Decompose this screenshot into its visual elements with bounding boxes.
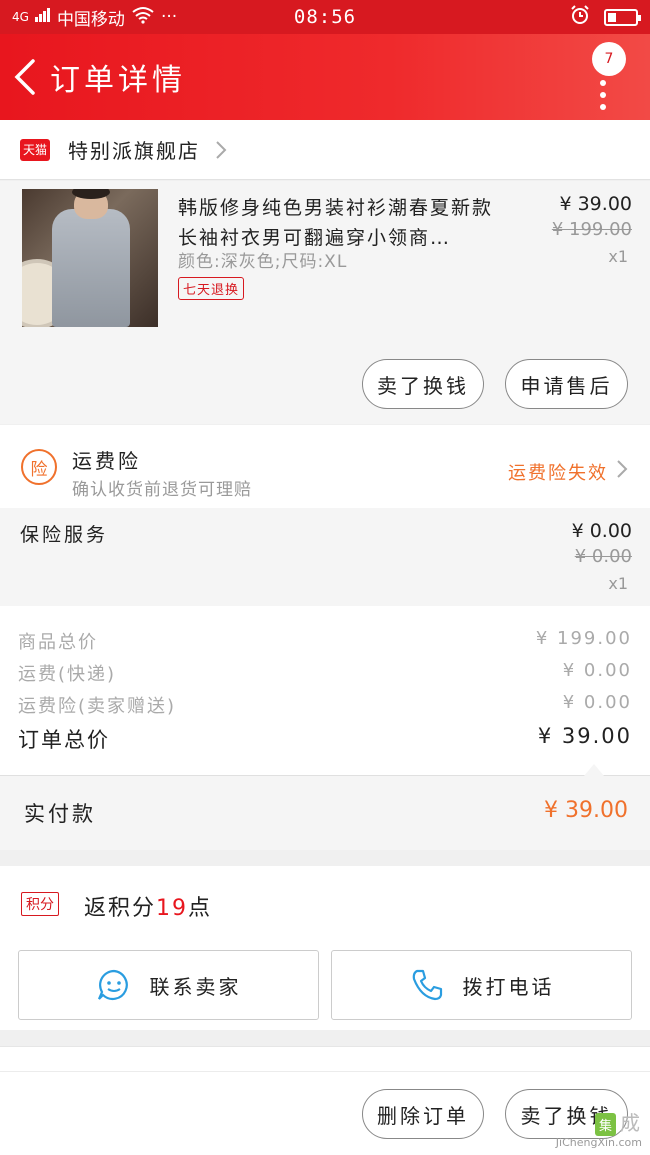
service-price: ¥ 0.00 <box>571 520 632 542</box>
shipping-insurance-row[interactable]: 险 运费险 确认收货前退货可理赔 运费险失效 <box>0 425 650 508</box>
clock-time: 08:56 <box>293 6 357 28</box>
resell-button[interactable]: 卖了换钱 <box>362 359 484 409</box>
alarm-icon <box>570 4 590 30</box>
insurance-icon: 险 <box>21 449 57 485</box>
bottom-action-bar: 删除订单 卖了换钱 集成 JiChengXin.com <box>0 1046 650 1155</box>
shop-row[interactable]: 天猫 特别派旗舰店 <box>0 120 650 180</box>
summary-value: ¥ 0.00 <box>562 692 632 713</box>
call-phone-label: 拨打电话 <box>462 974 555 999</box>
chevron-right-icon <box>617 460 628 478</box>
points-section: 积分 返积分19点 联系卖家 拨打电话 <box>0 866 650 1030</box>
amount-paid-row: 实付款 ¥ 39.00 <box>0 764 650 850</box>
watermark-logo: 集 <box>594 1113 616 1136</box>
contact-seller-button[interactable]: 联系卖家 <box>18 950 319 1020</box>
message-count-badge: 7 <box>592 42 626 76</box>
site-watermark: 集成 JiChengXin.com <box>555 1111 642 1149</box>
summary-row-shipping: 运费(快递) ¥ 0.00 <box>18 660 632 686</box>
order-total-value: ¥ 39.00 <box>537 724 632 748</box>
points-text: 返积分19点 <box>84 896 213 921</box>
summary-row-goods: 商品总价 ¥ 199.00 <box>18 628 632 654</box>
wifi-icon <box>131 6 155 29</box>
return-policy-tag: 七天退换 <box>178 277 245 300</box>
summary-label: 运费(快递) <box>18 664 117 685</box>
more-menu-button[interactable]: 7 <box>586 42 626 122</box>
insurance-subtitle: 确认收货前退货可理赔 <box>72 480 252 500</box>
amount-paid-label: 实付款 <box>24 802 96 826</box>
product-thumbnail[interactable] <box>22 189 158 327</box>
battery-icon <box>604 8 641 26</box>
summary-row-total: 订单总价 ¥ 39.00 <box>18 724 632 754</box>
watermark-site: JiChengXin.com <box>555 1136 642 1149</box>
delete-order-button[interactable]: 删除订单 <box>362 1089 484 1139</box>
signal-icon: 4G <box>12 10 29 24</box>
chevron-left-icon <box>14 59 35 95</box>
page-title: 订单详情 <box>50 63 186 98</box>
tmall-logo-icon: 天猫 <box>20 138 50 161</box>
status-bar: 4G 中国移动 ··· 08:56 <box>0 0 650 34</box>
call-phone-button[interactable]: 拨打电话 <box>331 950 632 1020</box>
product-price: ¥ 39.00 <box>559 193 632 215</box>
summary-label: 运费险(卖家赠送) <box>18 696 177 717</box>
product-title[interactable]: 韩版修身纯色男装衬衫潮春夏新款长袖衬衣男可翻遍穿小领商… <box>178 193 498 253</box>
signal-bars-icon <box>34 7 51 27</box>
amount-paid-value: ¥ 39.00 <box>544 798 628 823</box>
service-quantity: x1 <box>608 574 628 593</box>
insurance-title: 运费险 <box>72 449 141 473</box>
order-total-label: 订单总价 <box>18 728 110 752</box>
shop-name: 特别派旗舰店 <box>68 139 200 163</box>
chat-bubble-icon <box>97 969 128 1000</box>
points-count: 19 <box>156 896 189 921</box>
summary-value: ¥ 0.00 <box>562 660 632 681</box>
contact-seller-label: 联系卖家 <box>149 974 242 999</box>
back-button[interactable] <box>0 34 50 120</box>
chevron-right-icon <box>216 140 227 159</box>
points-badge: 积分 <box>21 892 59 916</box>
summary-row-insurance: 运费险(卖家赠送) ¥ 0.00 <box>18 692 632 718</box>
after-sales-button[interactable]: 申请售后 <box>505 359 628 409</box>
product-card: 韩版修身纯色男装衬衫潮春夏新款长袖衬衣男可翻遍穿小领商… 颜色:深灰色;尺码:X… <box>0 181 650 424</box>
carrier-name: 中国移动 <box>56 9 125 30</box>
phone-icon <box>412 969 442 1001</box>
insurance-status: 运费险失效 <box>508 463 608 484</box>
price-summary: 商品总价 ¥ 199.00 运费(快递) ¥ 0.00 运费险(卖家赠送) ¥ … <box>0 606 650 776</box>
service-label: 保险服务 <box>20 524 109 546</box>
service-original-price: ¥ 0.00 <box>574 546 632 567</box>
product-spec: 颜色:深灰色;尺码:XL <box>178 252 348 272</box>
product-original-price: ¥ 199.00 <box>551 219 632 240</box>
insurance-service-item: 保险服务 ¥ 0.00 ¥ 0.00 x1 <box>0 508 650 606</box>
app-header: 订单详情 7 <box>0 34 650 120</box>
more-vertical-icon <box>600 80 608 110</box>
summary-value: ¥ 199.00 <box>535 628 632 649</box>
summary-label: 商品总价 <box>18 632 98 653</box>
product-quantity: x1 <box>608 247 628 266</box>
more-indicator: ··· <box>160 7 178 27</box>
